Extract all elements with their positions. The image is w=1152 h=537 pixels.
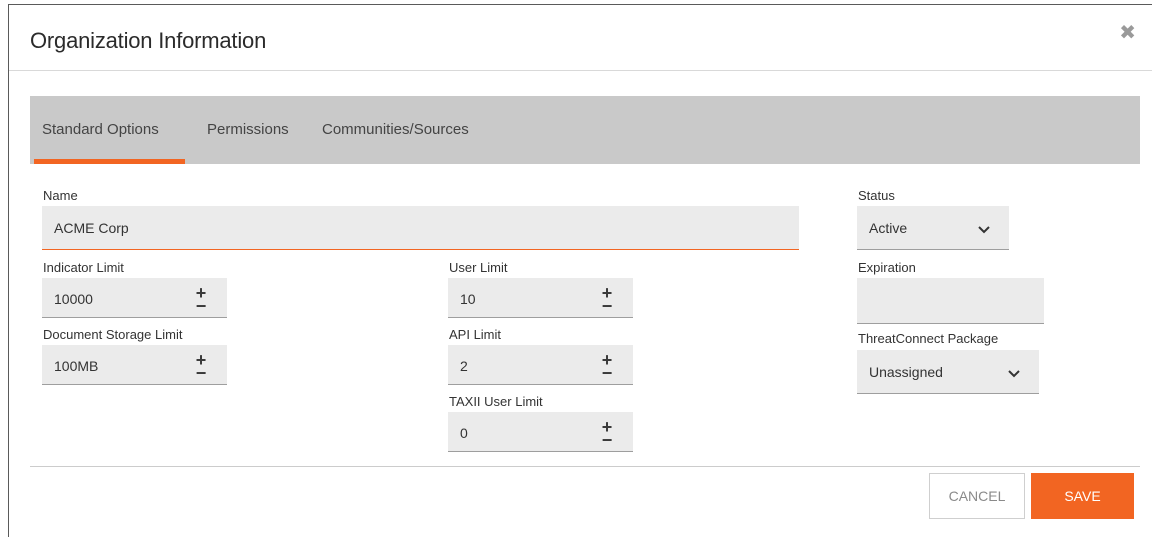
api-limit-label: API Limit bbox=[449, 327, 502, 342]
document-storage-limit-label: Document Storage Limit bbox=[43, 327, 183, 342]
footer-divider bbox=[30, 466, 1140, 467]
minus-icon[interactable]: − bbox=[598, 431, 616, 449]
save-button[interactable]: SAVE bbox=[1031, 473, 1134, 519]
api-limit-stepper[interactable]: + − bbox=[598, 351, 616, 382]
taxii-user-limit-stepper[interactable]: + − bbox=[598, 418, 616, 449]
active-tab-indicator bbox=[34, 159, 185, 164]
chevron-down-icon bbox=[978, 226, 990, 234]
expiration-label: Expiration bbox=[858, 260, 916, 275]
document-storage-limit-stepper[interactable]: + − bbox=[192, 351, 210, 382]
minus-icon[interactable]: − bbox=[598, 364, 616, 382]
minus-icon[interactable]: − bbox=[192, 364, 210, 382]
api-limit-input[interactable]: 2 + − bbox=[448, 345, 633, 385]
threatconnect-package-value: Unassigned bbox=[869, 364, 943, 380]
indicator-limit-input[interactable]: 10000 + − bbox=[42, 278, 227, 318]
api-limit-value: 2 bbox=[460, 358, 468, 374]
minus-icon[interactable]: − bbox=[192, 297, 210, 315]
taxii-user-limit-label: TAXII User Limit bbox=[449, 394, 543, 409]
taxii-user-limit-value: 0 bbox=[460, 425, 468, 441]
user-limit-input[interactable]: 10 + − bbox=[448, 278, 633, 318]
tab-communities-sources[interactable]: Communities/Sources bbox=[322, 121, 469, 138]
indicator-limit-stepper[interactable]: + − bbox=[192, 284, 210, 315]
dialog-header: Organization Information ✖ bbox=[9, 5, 1152, 71]
document-storage-limit-value: 100MB bbox=[54, 358, 99, 374]
expiration-input[interactable] bbox=[857, 278, 1044, 324]
tab-permissions[interactable]: Permissions bbox=[207, 121, 289, 138]
threatconnect-package-label: ThreatConnect Package bbox=[858, 331, 999, 346]
status-label: Status bbox=[858, 188, 895, 203]
name-value: ACME Corp bbox=[54, 220, 129, 236]
user-limit-value: 10 bbox=[460, 291, 476, 307]
close-icon[interactable]: ✖ bbox=[1119, 23, 1136, 43]
minus-icon[interactable]: − bbox=[598, 297, 616, 315]
taxii-user-limit-input[interactable]: 0 + − bbox=[448, 412, 633, 452]
cancel-button[interactable]: CANCEL bbox=[929, 473, 1025, 519]
dialog-title: Organization Information bbox=[30, 28, 267, 53]
indicator-limit-value: 10000 bbox=[54, 291, 93, 307]
chevron-down-icon bbox=[1008, 370, 1020, 378]
tab-bar: Standard Options Permissions Communities… bbox=[30, 96, 1140, 164]
tab-standard-options[interactable]: Standard Options bbox=[42, 121, 159, 138]
organization-info-dialog: Organization Information ✖ Standard Opti… bbox=[8, 4, 1152, 537]
threatconnect-package-select[interactable]: Unassigned bbox=[857, 350, 1039, 394]
status-select[interactable]: Active bbox=[857, 206, 1009, 250]
name-input[interactable]: ACME Corp bbox=[42, 206, 799, 250]
status-value: Active bbox=[869, 220, 908, 236]
indicator-limit-label: Indicator Limit bbox=[43, 260, 124, 275]
name-label: Name bbox=[43, 188, 78, 203]
user-limit-label: User Limit bbox=[449, 260, 508, 275]
document-storage-limit-input[interactable]: 100MB + − bbox=[42, 345, 227, 385]
user-limit-stepper[interactable]: + − bbox=[598, 284, 616, 315]
